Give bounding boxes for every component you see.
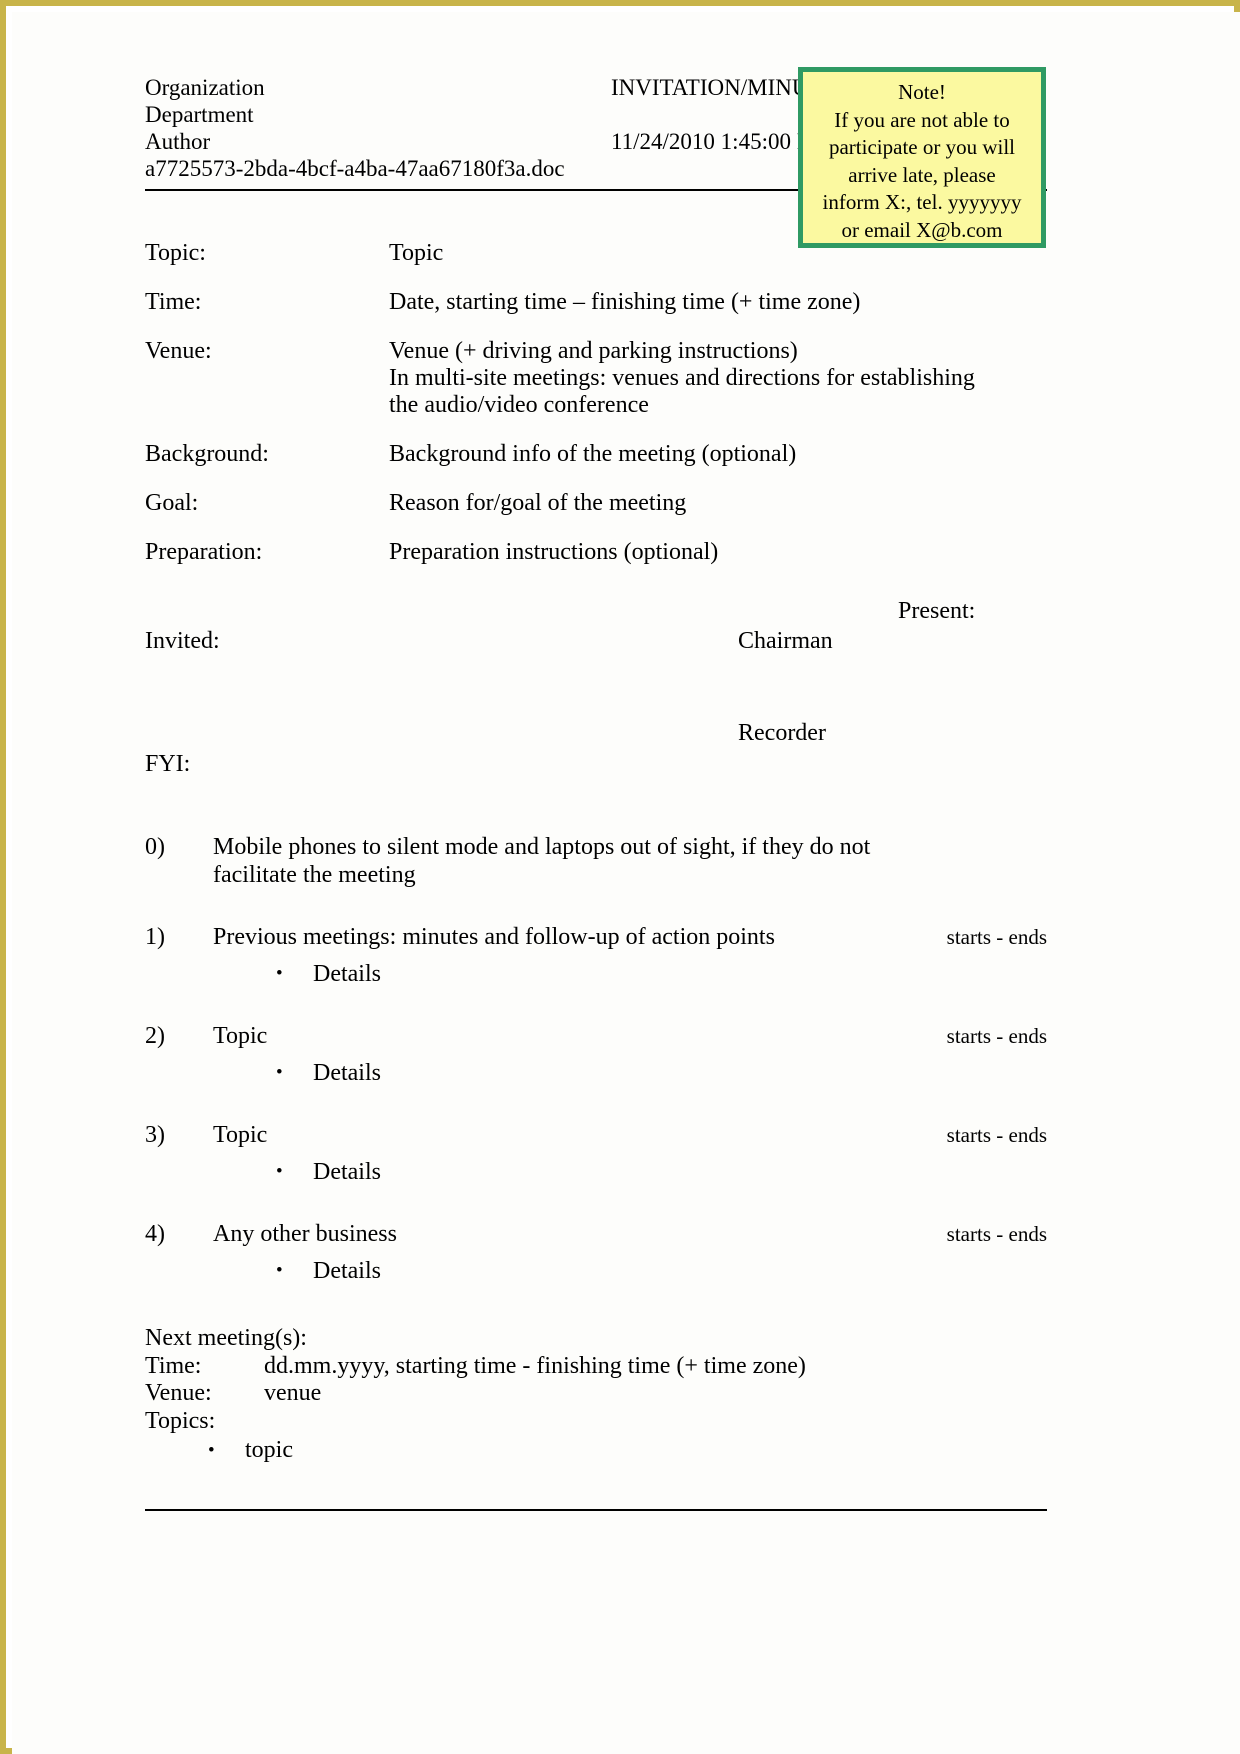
agenda-item-0-number: 0) [145, 834, 165, 860]
header-filename: a7725573-2bda-4bcf-a4ba-47aa67180f3a.doc [145, 156, 565, 181]
agenda-item-0: 0) Mobile phones to silent mode and lapt… [145, 833, 1047, 889]
field-value-background: Background info of the meeting (optional… [389, 441, 1049, 468]
label-fyi: FYI: [145, 751, 191, 777]
field-label-topic: Topic: [145, 240, 206, 266]
field-value-venue-line-1: Venue (+ driving and parking instruction… [389, 338, 798, 364]
field-value-goal: Reason for/goal of the meeting [389, 490, 1049, 517]
note-line-4: inform X:, tel. yyyyyyy [822, 190, 1022, 214]
agenda-item-2-time: starts - ends [946, 1024, 1047, 1048]
agenda-item-2-details: • Details [213, 1059, 1047, 1087]
field-value-preparation: Preparation instructions (optional) [389, 539, 1049, 566]
field-label-preparation: Preparation: [145, 539, 263, 565]
field-label-venue: Venue: [145, 338, 212, 364]
page-border: Organization INVITATION/MINUTES Departme… [0, 0, 1240, 1754]
note-callout-box: Note! If you are not able to participate… [798, 67, 1046, 248]
field-value-goal-line-1: Reason for/goal of the meeting [389, 490, 687, 516]
label-chairman: Chairman [738, 628, 833, 654]
next-meetings-heading: Next meeting(s): [145, 1325, 307, 1351]
agenda-item-1-text: Previous meetings: minutes and follow-up… [213, 924, 775, 950]
field-value-venue: Venue (+ driving and parking instruction… [389, 338, 1049, 419]
next-meetings-venue-value: venue [264, 1380, 322, 1406]
agenda-item-0-text: Mobile phones to silent mode and laptops… [213, 834, 871, 888]
agenda-item-4-time: starts - ends [946, 1222, 1047, 1246]
agenda-spacer-3 [145, 1186, 1047, 1220]
agenda-item-2-text: Topic [213, 1023, 268, 1049]
field-label-goal: Goal: [145, 490, 199, 516]
next-meetings-topic-item: • topic [145, 1437, 1047, 1467]
field-value-background-line-1: Background info of the meeting (optional… [389, 441, 797, 467]
next-meetings-venue-row: Venue: venue [145, 1380, 1047, 1408]
header-author: Author [145, 129, 211, 154]
next-meetings-time-row: Time: dd.mm.yyyy, starting time - finish… [145, 1353, 1047, 1381]
agenda-list: 0) Mobile phones to silent mode and lapt… [145, 833, 1047, 1285]
agenda-spacer-2 [145, 1087, 1047, 1121]
agenda-item-3-detail-1: Details [313, 1159, 381, 1185]
agenda-item-2-detail-1: Details [313, 1060, 381, 1086]
field-value-preparation-line-1: Preparation instructions (optional) [389, 539, 719, 565]
header-organization: Organization [145, 75, 265, 100]
agenda-item-1-time: starts - ends [946, 925, 1047, 949]
agenda-item-4-details: • Details [213, 1257, 1047, 1285]
agenda-item-4-number: 4) [145, 1221, 165, 1247]
next-meetings-heading-row: Next meeting(s): [145, 1325, 1047, 1353]
field-value-venue-line-2: In multi-site meetings: venues and direc… [389, 365, 975, 391]
agenda-item-3-time: starts - ends [946, 1123, 1047, 1147]
agenda-item-3: 3) Topic starts - ends [145, 1121, 1047, 1149]
document-sheet: Organization INVITATION/MINUTES Departme… [12, 12, 1240, 1754]
bullet-icon: • [276, 1260, 283, 1281]
next-meetings-topic-1: topic [245, 1437, 293, 1463]
note-line-2: participate or you will [828, 135, 1016, 159]
agenda-item-1-number: 1) [145, 924, 165, 950]
note-line-1: If you are not able to [834, 107, 1010, 132]
bullet-icon: • [208, 1440, 215, 1461]
agenda-spacer-0 [145, 889, 1047, 923]
next-meetings-time-label: Time: [145, 1352, 202, 1379]
agenda-item-4-text: Any other business [213, 1221, 397, 1247]
next-meetings-block: Next meeting(s): Time: dd.mm.yyyy, start… [145, 1325, 1047, 1467]
next-meetings-topics-row: Topics: [145, 1408, 1047, 1436]
agenda-item-2-number: 2) [145, 1023, 165, 1049]
bullet-icon: • [276, 1062, 283, 1083]
label-recorder: Recorder [738, 720, 826, 746]
note-line-5: or email X@b.com [841, 217, 1003, 242]
agenda-item-2: 2) Topic starts - ends [145, 1022, 1047, 1050]
agenda-item-3-number: 3) [145, 1122, 165, 1148]
label-invited: Invited: [145, 628, 220, 654]
label-present: Present: [898, 598, 976, 624]
note-line-3: arrive late, please [848, 162, 996, 187]
next-meetings-venue-label: Venue: [145, 1380, 212, 1406]
field-label-background: Background: [145, 441, 269, 467]
next-meetings-topics-label: Topics: [145, 1407, 216, 1434]
agenda-spacer-1 [145, 988, 1047, 1022]
agenda-item-1: 1) Previous meetings: minutes and follow… [145, 923, 1047, 951]
field-value-time-line-1: Date, starting time – finishing time (+ … [389, 289, 861, 315]
footer-divider-rule [145, 1509, 1047, 1511]
agenda-item-4-detail-1: Details [313, 1258, 381, 1284]
field-value-venue-line-3: the audio/video conference [389, 392, 649, 418]
bullet-icon: • [276, 963, 283, 984]
agenda-item-3-details: • Details [213, 1158, 1047, 1186]
note-title: Note! [898, 80, 946, 104]
agenda-item-4: 4) Any other business starts - ends [145, 1220, 1047, 1248]
field-value-time: Date, starting time – finishing time (+ … [389, 289, 1049, 316]
agenda-item-1-details: • Details [213, 960, 1047, 988]
header-department: Department [145, 102, 254, 127]
agenda-item-1-detail-1: Details [313, 961, 381, 987]
next-meetings-time-value: dd.mm.yyyy, starting time - finishing ti… [264, 1352, 806, 1379]
agenda-item-3-text: Topic [213, 1122, 268, 1148]
field-label-time: Time: [145, 289, 202, 315]
bullet-icon: • [276, 1161, 283, 1182]
